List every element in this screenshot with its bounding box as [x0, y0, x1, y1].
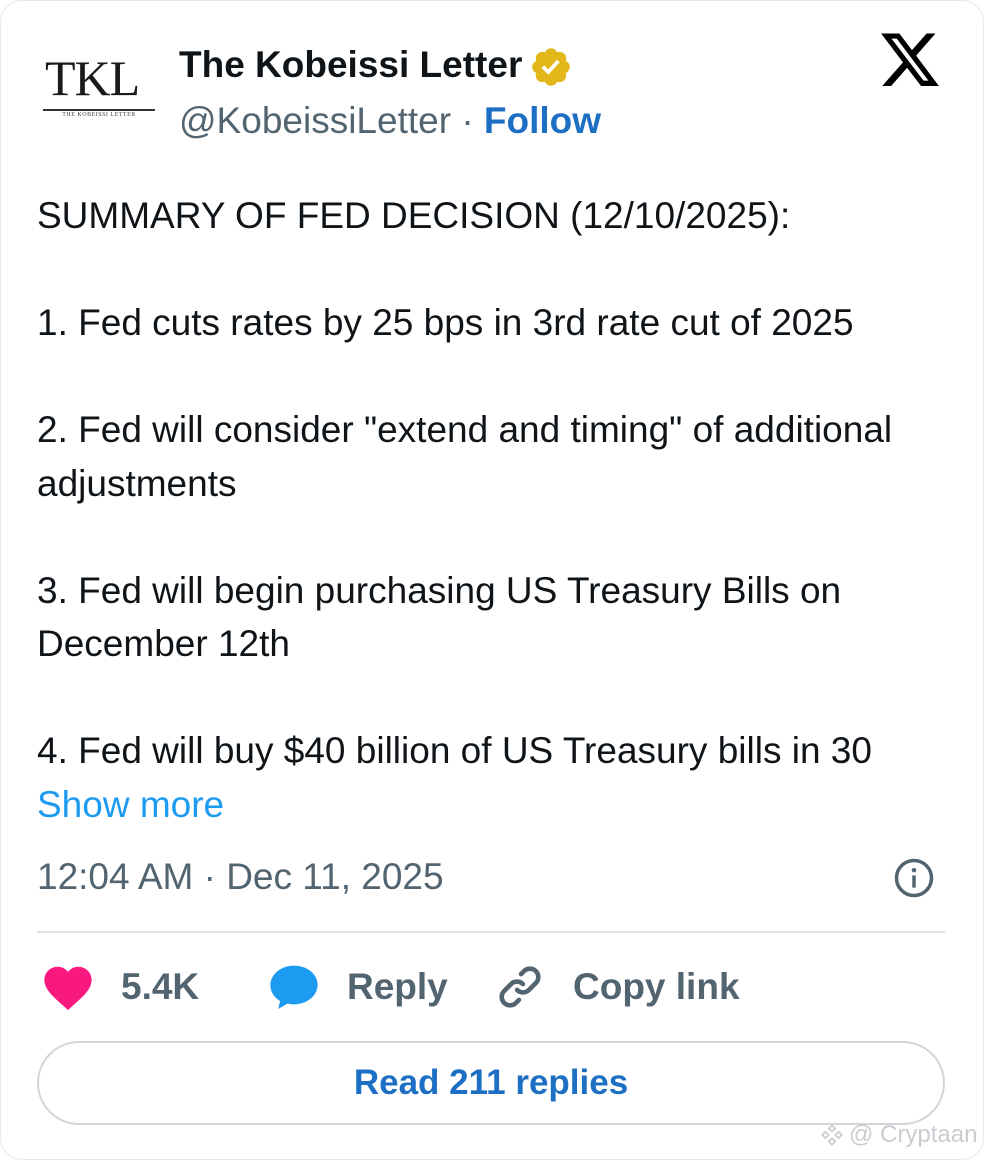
speech-bubble-icon: [270, 965, 318, 1010]
diamond-logo-icon: [821, 1124, 843, 1146]
tweet-paragraph: 2. Fed will consider "extend and timing"…: [37, 409, 893, 504]
watermark-text: @ Cryptaan: [849, 1121, 978, 1148]
reply-button[interactable]: Reply: [267, 959, 448, 1015]
author-handle[interactable]: @KobeissiLetter: [179, 100, 451, 141]
tweet-paragraph: 3. Fed will begin purchasing US Treasury…: [37, 569, 842, 665]
avatar[interactable]: TKL THE KOBEISSI LETTER: [37, 49, 161, 129]
link-icon: [499, 966, 541, 1008]
handle-row: @KobeissiLetter · Follow: [179, 99, 601, 143]
watermark: @ Cryptaan: [819, 1121, 977, 1149]
avatar-rule: [43, 109, 155, 111]
tweet-paragraph: SUMMARY OF FED DECISION (12/10/2025):: [37, 195, 791, 236]
heart-icon: [44, 966, 92, 1010]
follow-button[interactable]: Follow: [484, 100, 601, 141]
tweet-paragraph: 1. Fed cuts rates by 25 bps in 3rd rate …: [37, 302, 854, 343]
truncated-text: 4. Fed will buy $40 billion of US Treasu…: [37, 730, 872, 771]
tweet-paragraph-truncated: 4. Fed will buy $40 billion of US Treasu…: [37, 724, 957, 831]
tweet-card: TKL THE KOBEISSI LETTER The Kobeissi Let…: [0, 0, 984, 1160]
copy-link-button[interactable]: Copy link: [495, 959, 740, 1015]
author-name[interactable]: The Kobeissi Letter: [179, 43, 522, 87]
copy-link-label: Copy link: [573, 966, 740, 1007]
tweet-timestamp[interactable]: 12:04 AM · Dec 11, 2025: [37, 855, 444, 899]
info-icon[interactable]: [893, 857, 935, 899]
like-count: 5.4K: [121, 966, 200, 1007]
show-more-link[interactable]: Show more: [37, 784, 224, 825]
reply-label: Reply: [347, 966, 448, 1007]
verified-badge-icon: [532, 48, 570, 86]
like-button[interactable]: 5.4K: [41, 959, 199, 1015]
read-replies-button[interactable]: Read 211 replies: [37, 1041, 945, 1125]
tweet-text: SUMMARY OF FED DECISION (12/10/2025): 1.…: [37, 189, 957, 831]
x-logo-icon[interactable]: [881, 33, 941, 89]
divider: [37, 931, 945, 933]
avatar-monogram: TKL: [45, 50, 140, 106]
separator-dot: ·: [461, 100, 474, 141]
avatar-subtext: THE KOBEISSI LETTER: [62, 112, 136, 118]
